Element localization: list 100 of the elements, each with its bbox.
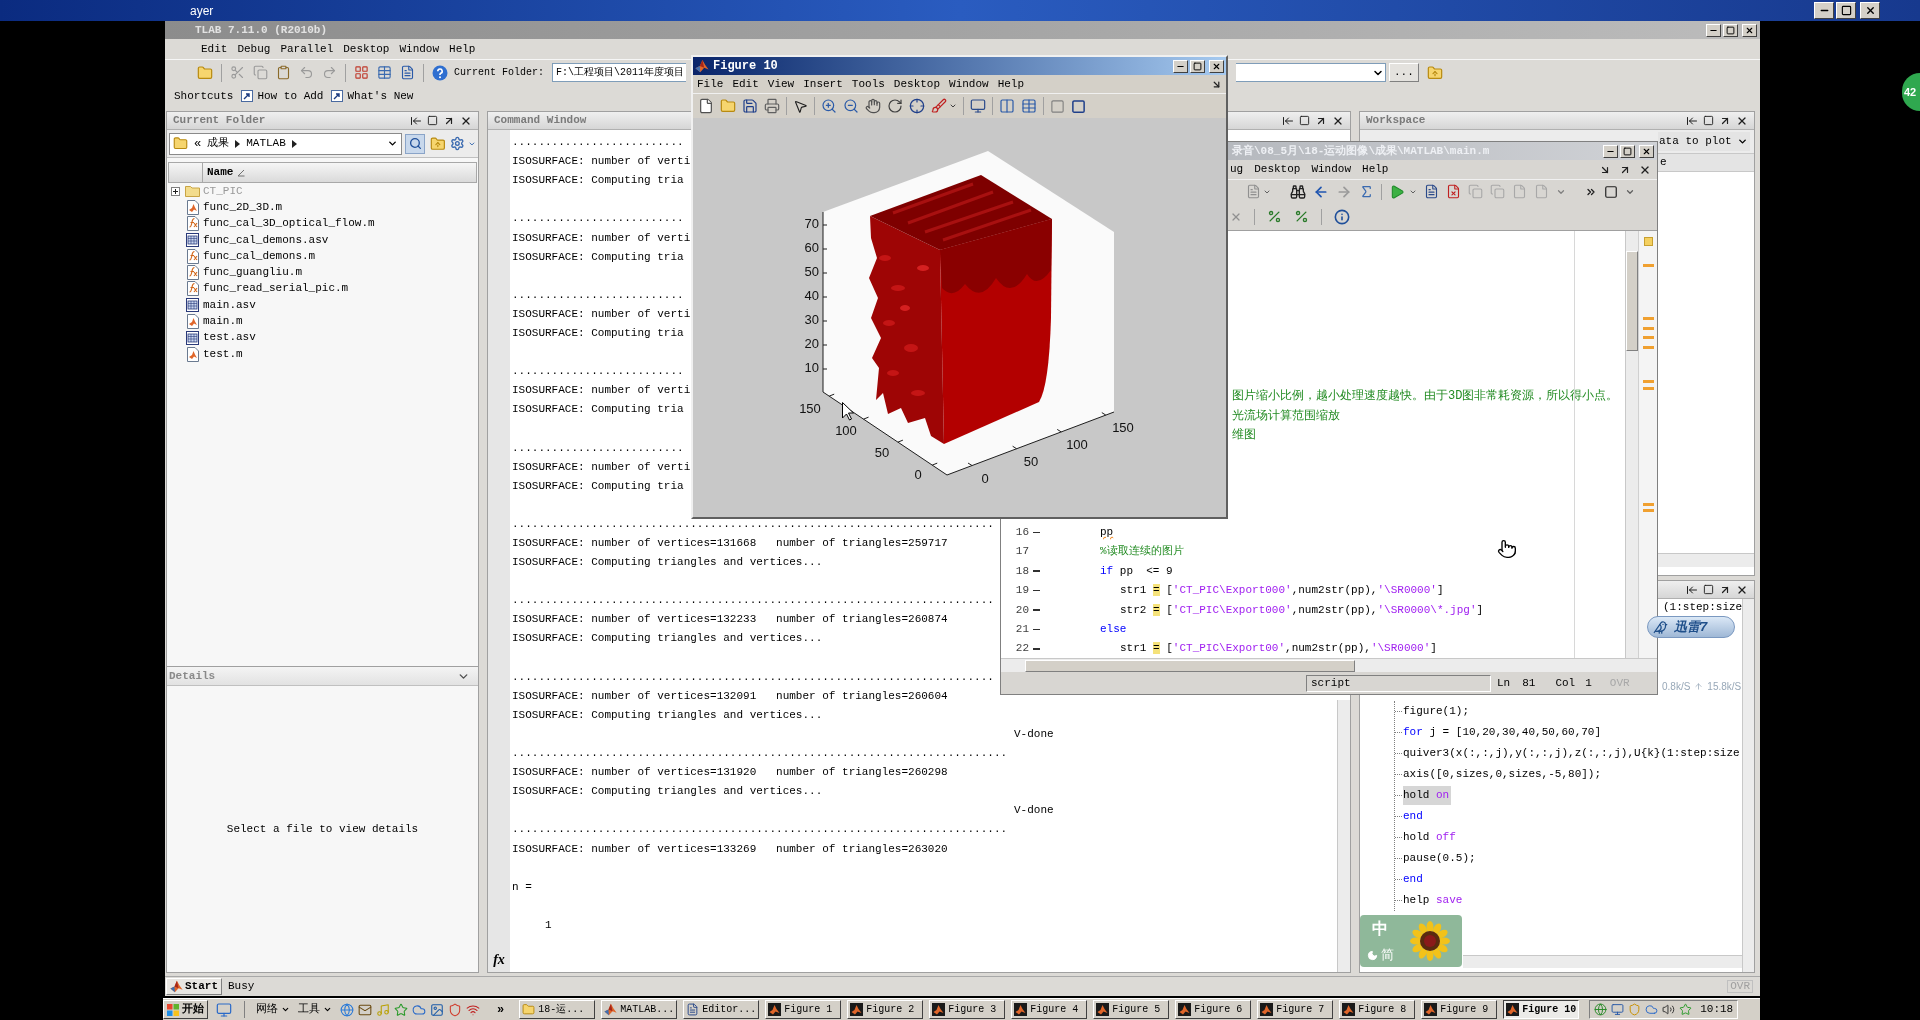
function-browser-button[interactable]: fx (493, 953, 505, 967)
run-icon[interactable] (1389, 183, 1405, 200)
maximize-button[interactable] (1723, 23, 1738, 37)
zoom-in-icon[interactable] (821, 98, 837, 114)
warning-marker-icon[interactable] (1643, 317, 1654, 320)
folder-listing-entry[interactable]: func_guangliu.m (203, 267, 303, 279)
minimize-button[interactable] (1814, 2, 1834, 19)
line-marker-icon[interactable] (1032, 531, 1040, 534)
taskbar-button[interactable]: Figure 10 (1503, 1000, 1580, 1019)
search-button[interactable] (405, 133, 425, 154)
line-marker-icon[interactable] (1032, 628, 1040, 631)
clock[interactable]: 10:18 (1700, 1004, 1734, 1015)
speaker-icon[interactable] (1662, 1003, 1676, 1016)
taskbar-button[interactable]: Figure 9 (1421, 1000, 1498, 1019)
sigma-icon[interactable] (1359, 184, 1374, 199)
menu-item[interactable]: Desktop (343, 43, 390, 55)
menu-item[interactable]: Window (949, 78, 989, 90)
menu-item[interactable]: ug (1230, 164, 1244, 175)
menu-item[interactable]: Help (997, 78, 1025, 90)
menu-item[interactable]: Desktop (893, 78, 941, 90)
breadcrumb-arrow-icon[interactable] (235, 139, 241, 148)
maximize-icon[interactable] (1703, 115, 1714, 126)
toolbar-menu-button[interactable]: 网络 (256, 1004, 290, 1015)
taskbar-button[interactable]: Figure 6 (1175, 1000, 1252, 1019)
document-icon[interactable] (1424, 184, 1439, 199)
info-icon[interactable] (1334, 208, 1350, 225)
arrow-to-line-icon[interactable] (1686, 114, 1698, 127)
help-icon[interactable] (432, 64, 448, 81)
menu-item[interactable]: Parallel (280, 43, 334, 55)
maximize-button[interactable] (1620, 144, 1635, 158)
maximize-icon[interactable] (427, 115, 438, 126)
vertical-scrollbar[interactable] (1337, 700, 1350, 972)
globe-icon[interactable] (1594, 1003, 1608, 1016)
taskbar-button[interactable]: Figure 8 (1339, 1000, 1416, 1019)
folder-listing-entry[interactable]: func_cal_demons.m (203, 250, 316, 262)
history-entry[interactable]: for j = [10,20,30,40,50,60,70] (1403, 723, 1604, 742)
cloud-icon[interactable] (1645, 1003, 1659, 1016)
menu-item[interactable]: Window (399, 43, 440, 55)
pointer-icon[interactable] (793, 98, 808, 114)
folder-listing-entry[interactable]: test.asv (203, 332, 256, 344)
caret-icon[interactable] (468, 139, 476, 148)
menu-item[interactable]: Debug (237, 43, 271, 55)
start-button[interactable]: 开始 (163, 1000, 208, 1019)
printer-icon[interactable] (764, 98, 780, 114)
menu-item[interactable]: Window (1311, 164, 1352, 175)
start-button[interactable]: Start (166, 978, 222, 995)
star-icon[interactable] (394, 1002, 408, 1017)
folder-listing-entry[interactable]: main.asv (203, 299, 256, 311)
line-marker-icon[interactable] (1032, 648, 1040, 650)
warning-marker-icon[interactable] (1643, 327, 1654, 330)
taskbar-button[interactable]: 18-运... (519, 1000, 596, 1019)
column-header[interactable]: e (1660, 157, 1667, 168)
maximize-button[interactable] (1836, 2, 1856, 19)
current-folder-field[interactable]: F:\工程项目\2011年度项目 (552, 63, 686, 82)
menu-item[interactable]: Desktop (1254, 164, 1301, 175)
horizontal-scrollbar[interactable] (1001, 658, 1657, 672)
image-icon[interactable] (430, 1002, 444, 1017)
maximize-button[interactable] (1190, 59, 1205, 73)
scrollbar-thumb[interactable] (1626, 251, 1638, 351)
column-header[interactable]: Name (207, 167, 234, 178)
caret-icon[interactable] (949, 102, 957, 110)
breadcrumb-arrow-icon[interactable] (291, 139, 297, 148)
document-icon[interactable] (400, 65, 415, 80)
shortcuts-menu[interactable]: Shortcuts (174, 90, 234, 102)
folder-listing-entry[interactable]: func_cal_3D_optical_flow.m (203, 218, 375, 230)
folder-listing-entry[interactable]: main.m (203, 316, 243, 327)
close-button[interactable] (1742, 23, 1757, 37)
history-entry[interactable]: help save (1403, 891, 1465, 910)
settings-icon[interactable] (450, 136, 466, 151)
dropdown-button[interactable] (1236, 63, 1386, 82)
menu-item[interactable]: View (767, 78, 795, 90)
history-entry[interactable]: hold off (1403, 828, 1458, 847)
toolbar-menu-button[interactable]: 工具 (298, 1004, 332, 1015)
floating-badge-button[interactable]: 迅雷7 (1647, 616, 1735, 638)
vertical-scrollbar[interactable] (1742, 599, 1754, 972)
menu-item[interactable]: File (697, 78, 724, 90)
minimize-button[interactable] (1173, 59, 1188, 73)
folder-up-icon[interactable] (429, 135, 446, 152)
path-overflow[interactable]: « (194, 137, 202, 150)
warning-marker-icon[interactable] (1643, 346, 1654, 349)
history-entry[interactable]: pause(0.5); (1403, 849, 1478, 868)
history-entry[interactable]: end (1403, 807, 1425, 826)
history-entry[interactable]: axis([0,sizes,0,sizes,-5,80]); (1403, 765, 1604, 784)
percent-icon[interactable] (1294, 209, 1309, 224)
arrow-to-line-icon[interactable] (410, 114, 422, 127)
taskbar-button[interactable]: Editor... (683, 1000, 760, 1019)
folder-listing-entry[interactable]: func_cal_demons.asv (203, 234, 329, 246)
minimize-button[interactable] (1706, 23, 1721, 37)
shortcut-link[interactable]: What's New (347, 90, 414, 102)
maximize-icon[interactable] (1703, 584, 1714, 595)
percent-plus-icon[interactable] (1267, 209, 1282, 224)
wifi-icon[interactable] (466, 1002, 480, 1017)
path-field[interactable]: « 成果 MATLAB (169, 132, 403, 155)
new-file-icon[interactable] (698, 98, 714, 114)
cloud-icon[interactable] (412, 1002, 426, 1017)
star-icon[interactable] (1679, 1003, 1693, 1016)
line-marker-icon[interactable] (1032, 570, 1040, 572)
globe-icon[interactable] (340, 1002, 354, 1017)
monitor-icon[interactable] (1611, 1003, 1625, 1016)
menu-item[interactable]: Edit (732, 78, 759, 90)
